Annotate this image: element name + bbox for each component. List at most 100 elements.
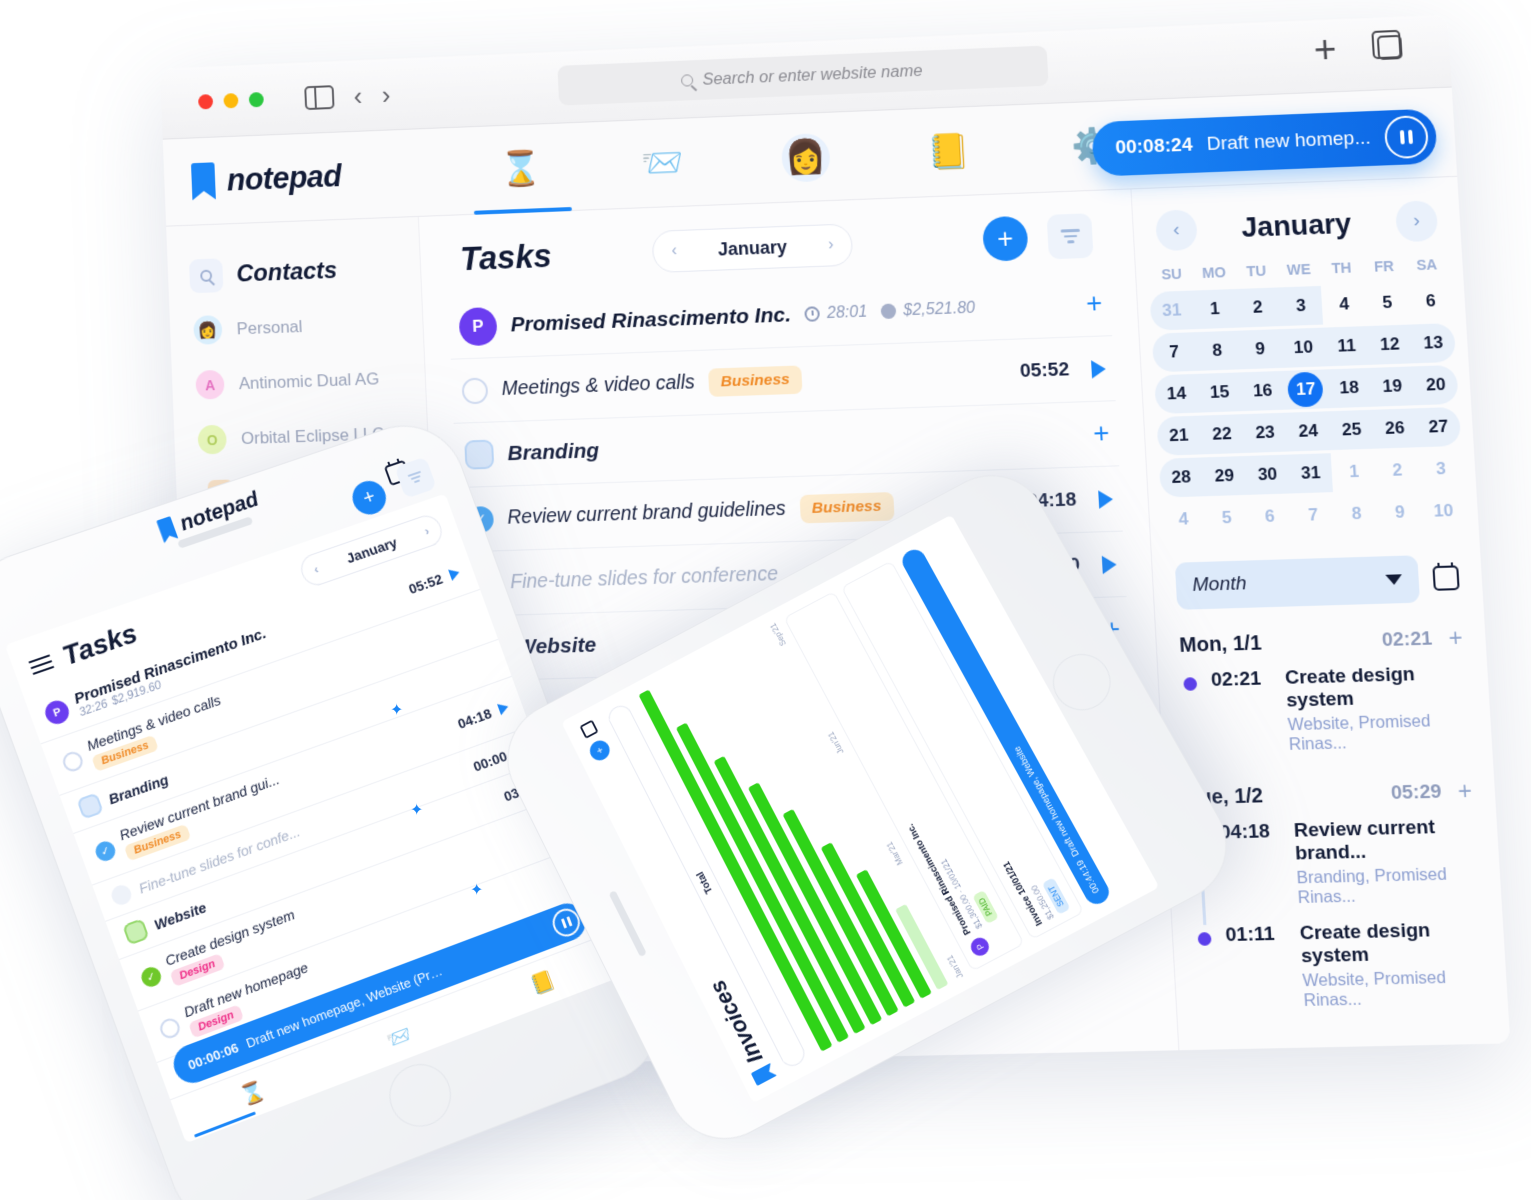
play-icon[interactable]	[496, 700, 511, 715]
calendar-day[interactable]: 3	[1279, 295, 1323, 317]
calendar-day[interactable]: 28	[1159, 467, 1203, 489]
play-icon[interactable]	[1101, 554, 1118, 574]
next-month-icon[interactable]: ›	[423, 524, 431, 538]
calendar-day[interactable]: 7	[1152, 341, 1196, 363]
calendar-day[interactable]: 15	[1198, 382, 1242, 404]
play-icon[interactable]	[1091, 359, 1107, 379]
project-checkbox[interactable]	[122, 918, 150, 946]
calendar-day[interactable]: 13	[1411, 332, 1456, 354]
task-checkbox[interactable]	[157, 1015, 183, 1041]
prev-month-icon[interactable]: ‹	[312, 562, 320, 576]
minimize-window-icon[interactable]	[223, 93, 239, 109]
calendar-day-today[interactable]: 17	[1283, 371, 1328, 408]
calendar-day[interactable]: 22	[1200, 423, 1244, 445]
calendar-day[interactable]: 20	[1413, 374, 1458, 396]
filter-button[interactable]	[1046, 213, 1094, 260]
pause-timer-button[interactable]	[1383, 114, 1430, 160]
calendar-day[interactable]: 12	[1368, 334, 1413, 356]
calendar-day[interactable]: 23	[1243, 422, 1287, 444]
phone-add-button[interactable]: +	[586, 737, 613, 764]
sidebar-toggle-icon[interactable]	[304, 84, 335, 110]
calendar-day[interactable]: 4	[1162, 509, 1206, 531]
close-window-icon[interactable]	[198, 94, 214, 110]
nav-tab-invoices[interactable]: 📒	[875, 105, 1024, 199]
show-tabs-icon[interactable]	[1376, 34, 1403, 61]
calendar-day[interactable]: 5	[1365, 292, 1410, 314]
task-tag[interactable]: Business	[708, 364, 803, 397]
calendar-day[interactable]: 10	[1281, 337, 1325, 359]
calendar-day[interactable]: 31	[1289, 462, 1333, 484]
add-client-task-button[interactable]: +	[1085, 288, 1103, 320]
maximize-window-icon[interactable]	[248, 91, 264, 108]
list-item[interactable]: 02:21 Create design system Website, Prom…	[1158, 658, 1493, 769]
sidebar-search[interactable]: Contacts	[167, 241, 421, 304]
calendar-day[interactable]: 8	[1195, 340, 1239, 362]
next-month-icon[interactable]: ›	[828, 236, 834, 254]
forward-icon[interactable]: ›	[381, 79, 391, 109]
calendar-day[interactable]: 5	[1205, 507, 1249, 529]
nav-tab-profile[interactable]: 👩	[732, 110, 879, 204]
task-checkbox[interactable]	[461, 376, 489, 404]
calendar-day[interactable]: 29	[1202, 465, 1246, 487]
calendar-day[interactable]: 30	[1245, 464, 1289, 486]
task-checkbox[interactable]	[60, 749, 86, 774]
calendar-day[interactable]: 14	[1155, 383, 1199, 405]
calendar-day[interactable]: 18	[1327, 377, 1371, 399]
calendar-day[interactable]: 7	[1291, 504, 1335, 526]
calendar-day[interactable]: 19	[1370, 376, 1415, 398]
calendar-day[interactable]: 21	[1157, 425, 1201, 447]
calendar-day[interactable]: 4	[1322, 293, 1366, 315]
task-tag[interactable]: Business	[799, 491, 895, 523]
play-icon[interactable]	[447, 566, 462, 581]
calendar-prev-button[interactable]: ‹	[1155, 209, 1198, 252]
nav-tab-tasks[interactable]: ⌛	[448, 122, 593, 215]
calendar-day[interactable]: 24	[1286, 420, 1330, 442]
calendar-day[interactable]: 10	[1421, 500, 1466, 522]
calendar-day[interactable]: 11	[1324, 335, 1368, 357]
calendar-day[interactable]: 6	[1248, 506, 1292, 528]
book-icon[interactable]: 📒	[527, 967, 558, 999]
calendar-day[interactable]: 16	[1241, 380, 1285, 402]
task-checkbox[interactable]: ✓	[138, 964, 164, 990]
nav-tab-mail[interactable]: 📨	[590, 116, 736, 210]
hourglass-icon[interactable]: ⌛	[237, 1077, 269, 1110]
calendar-next-button[interactable]: ›	[1394, 200, 1439, 243]
task-checkbox[interactable]	[108, 882, 134, 908]
prev-month-icon[interactable]: ‹	[671, 242, 677, 260]
sidebar-item-antinomic[interactable]: A Antinomic Dual AG	[171, 350, 426, 414]
project-checkbox[interactable]	[464, 439, 495, 470]
calendar-day[interactable]: 2	[1375, 460, 1420, 482]
calendar-icon[interactable]	[1432, 565, 1460, 591]
calendar-day[interactable]: 9	[1238, 338, 1282, 360]
project-checkbox[interactable]	[76, 792, 104, 820]
calendar-day[interactable]: 9	[1378, 502, 1423, 524]
calendar-day[interactable]: 1	[1193, 298, 1237, 320]
add-subtask-button[interactable]: +	[1092, 418, 1110, 450]
calendar-day[interactable]: 8	[1334, 503, 1379, 525]
envelope-icon[interactable]: 📨	[383, 1021, 415, 1053]
menu-icon[interactable]	[28, 654, 55, 676]
sidebar-item-personal[interactable]: 👩 Personal	[169, 295, 423, 359]
sparkle-icon: ✦	[470, 882, 484, 899]
calendar-icon[interactable]	[579, 719, 599, 739]
task-checkbox[interactable]: ✓	[93, 838, 118, 864]
calendar-day[interactable]: 31	[1150, 300, 1194, 322]
calendar-day[interactable]: 27	[1416, 416, 1461, 438]
calendar-day[interactable]: 6	[1408, 290, 1453, 312]
view-mode-select[interactable]: Month	[1174, 555, 1421, 610]
calendar-day[interactable]: 3	[1419, 458, 1464, 480]
calendar-day[interactable]: 1	[1332, 461, 1377, 483]
agenda-add-button[interactable]: +	[1457, 777, 1473, 805]
new-tab-icon[interactable]: +	[1313, 28, 1338, 71]
calendar-day[interactable]: 26	[1373, 418, 1418, 440]
month-selector[interactable]: ‹ January ›	[651, 223, 854, 274]
play-icon[interactable]	[1098, 489, 1114, 509]
agenda-add-button[interactable]: +	[1448, 624, 1464, 652]
add-task-button[interactable]: +	[981, 215, 1029, 262]
calendar-day[interactable]: 25	[1329, 419, 1374, 441]
calendar-day[interactable]: 2	[1236, 297, 1280, 319]
list-item[interactable]: 01:11 Create design system Website, Prom…	[1172, 914, 1509, 1024]
back-icon[interactable]: ‹	[353, 80, 363, 110]
window-traffic-lights[interactable]	[198, 91, 264, 110]
address-bar[interactable]: Search or enter website name	[557, 45, 1049, 106]
